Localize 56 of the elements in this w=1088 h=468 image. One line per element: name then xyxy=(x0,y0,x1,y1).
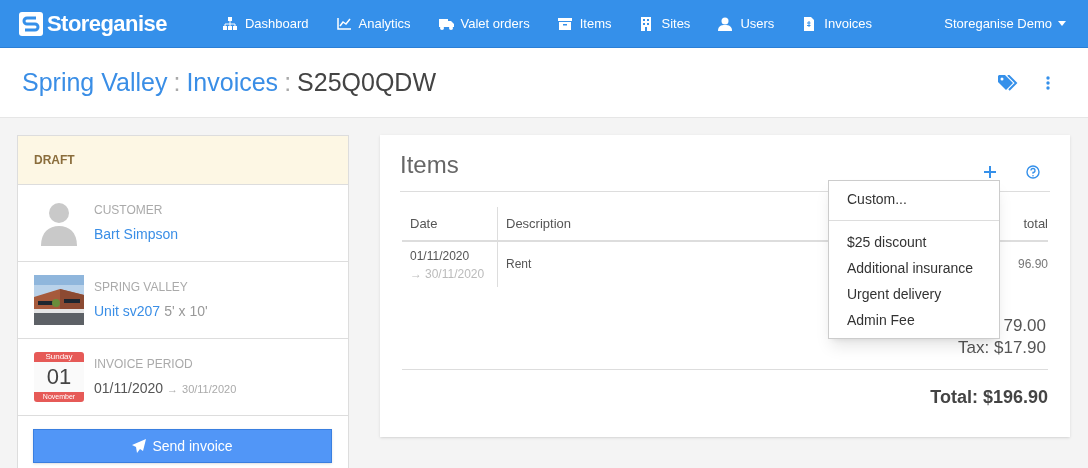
line-chart-icon xyxy=(336,16,352,31)
invoice-total: Total: $196.90 xyxy=(930,386,1048,409)
send-icon xyxy=(132,439,147,453)
nav-link[interactable]: Items xyxy=(557,13,612,34)
logo-icon xyxy=(18,10,44,37)
section-title: Items xyxy=(400,150,459,180)
nav-link[interactable]: Dashboard xyxy=(222,13,309,34)
add-item-button[interactable] xyxy=(984,166,996,178)
field-label: SPRING VALLEY xyxy=(94,279,189,296)
column-header: Date xyxy=(410,214,438,233)
table-cell-text: 30/11/2020 xyxy=(425,266,485,283)
page-title: S25Q0QDW xyxy=(297,66,436,98)
breadcrumb-link[interactable]: Invoices xyxy=(186,63,279,102)
period-end: 30/11/2020 xyxy=(182,382,237,397)
plus-icon xyxy=(984,166,996,178)
truck-icon xyxy=(438,16,454,31)
column-header: total xyxy=(1023,214,1048,233)
breadcrumb-separator: : xyxy=(173,66,181,98)
avatar-icon xyxy=(39,200,79,246)
brand-name[interactable]: Storeganise xyxy=(47,7,167,40)
nav-link[interactable]: Users xyxy=(718,13,775,34)
help-icon xyxy=(1026,165,1040,179)
account-menu[interactable]: Storeganise Demo xyxy=(944,13,1066,34)
nav-link[interactable]: Analytics xyxy=(336,13,411,34)
unit-size: 5' x 10' xyxy=(164,302,208,321)
customer-link[interactable]: Bart Simpson xyxy=(94,224,179,245)
tags-icon xyxy=(998,74,1018,91)
user-icon xyxy=(718,16,734,31)
archive-box-icon xyxy=(557,16,573,31)
column-header: Description xyxy=(506,214,572,233)
menu-item[interactable]: Urgent delivery xyxy=(829,281,999,307)
field-label: CUSTOMER xyxy=(94,202,164,219)
date-arrow: → xyxy=(410,266,422,283)
subtotal-amount: 79.00 xyxy=(1003,315,1046,337)
nav-link[interactable]: Invoices xyxy=(802,13,873,34)
nav-link[interactable]: Valet orders xyxy=(438,13,530,34)
menu-item[interactable]: $25 discount xyxy=(829,229,999,255)
more-options-icon xyxy=(1046,75,1050,90)
nav-link[interactable]: Sites xyxy=(639,13,691,34)
table-cell-text: 01/11/2020 xyxy=(410,248,471,265)
breadcrumb-link[interactable]: Spring Valley xyxy=(22,63,168,102)
sitemap-icon xyxy=(222,16,238,31)
unit-link[interactable]: Unit sv207 xyxy=(94,301,161,322)
tax-amount: Tax: $17.90 xyxy=(958,337,1046,359)
menu-item[interactable]: Custom... xyxy=(829,186,999,212)
period-start: 01/11/2020 xyxy=(94,379,164,398)
table-cell: Rent xyxy=(506,257,532,271)
send-invoice-button[interactable]: Send invoice xyxy=(33,429,332,463)
menu-item[interactable]: Admin Fee xyxy=(829,307,999,333)
breadcrumb-separator: : xyxy=(284,66,292,98)
period-arrow: → xyxy=(167,382,179,397)
status-label: DRAFT xyxy=(34,152,75,169)
table-cell-text: 96.90 xyxy=(1017,256,1048,273)
menu-item[interactable]: Additional insurance xyxy=(829,255,999,281)
field-label: INVOICE PERIOD xyxy=(94,356,194,373)
caret-icon xyxy=(1058,21,1066,26)
